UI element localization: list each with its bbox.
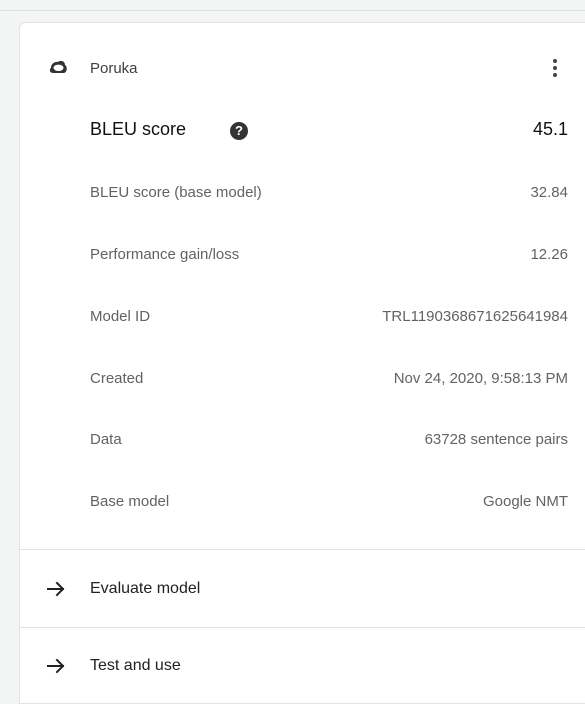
bleu-score-value: 45.1 xyxy=(532,119,568,139)
detail-label: BLEU score (base model) xyxy=(90,184,262,201)
bleu-score-row: BLEU score ? 45.1 xyxy=(20,119,585,145)
detail-label: Data xyxy=(90,431,122,448)
detail-value: 12.26 xyxy=(530,246,568,263)
top-divider xyxy=(0,10,585,11)
more-vert-icon[interactable] xyxy=(552,57,558,79)
model-name: Poruka xyxy=(90,60,138,77)
detail-label: Performance gain/loss xyxy=(90,246,240,263)
divider xyxy=(20,627,585,628)
test-and-use-button[interactable]: Test and use xyxy=(20,646,585,686)
detail-label: Base model xyxy=(90,493,170,510)
detail-row-base-model: Base model Google NMT xyxy=(20,493,585,515)
arrow-right-icon xyxy=(46,656,66,676)
help-icon[interactable]: ? xyxy=(230,122,248,140)
divider xyxy=(20,549,585,550)
cloud-icon xyxy=(48,57,68,77)
bleu-score-label: BLEU score xyxy=(90,119,187,139)
detail-value: 63728 sentence pairs xyxy=(424,431,568,448)
detail-row-bleu-base: BLEU score (base model) 32.84 xyxy=(20,184,585,206)
detail-row-data: Data 63728 sentence pairs xyxy=(20,431,585,453)
test-and-use-label: Test and use xyxy=(90,657,181,674)
detail-row-model-id: Model ID TRL1190368671625641984 xyxy=(20,308,585,330)
detail-value: Google NMT xyxy=(482,493,568,510)
model-card: Poruka BLEU score ? 45.1 BLEU score (bas… xyxy=(19,22,585,704)
arrow-right-icon xyxy=(46,579,66,599)
evaluate-model-button[interactable]: Evaluate model xyxy=(20,569,585,609)
model-header: Poruka xyxy=(20,57,585,91)
detail-label: Model ID xyxy=(90,308,151,325)
detail-value: TRL1190368671625641984 xyxy=(382,308,568,325)
detail-value: 32.84 xyxy=(530,184,568,201)
detail-value: Nov 24, 2020, 9:58:13 PM xyxy=(393,370,568,387)
detail-row-created: Created Nov 24, 2020, 9:58:13 PM xyxy=(20,370,585,392)
evaluate-model-label: Evaluate model xyxy=(90,580,201,597)
detail-label: Created xyxy=(90,370,144,387)
detail-row-performance: Performance gain/loss 12.26 xyxy=(20,246,585,268)
